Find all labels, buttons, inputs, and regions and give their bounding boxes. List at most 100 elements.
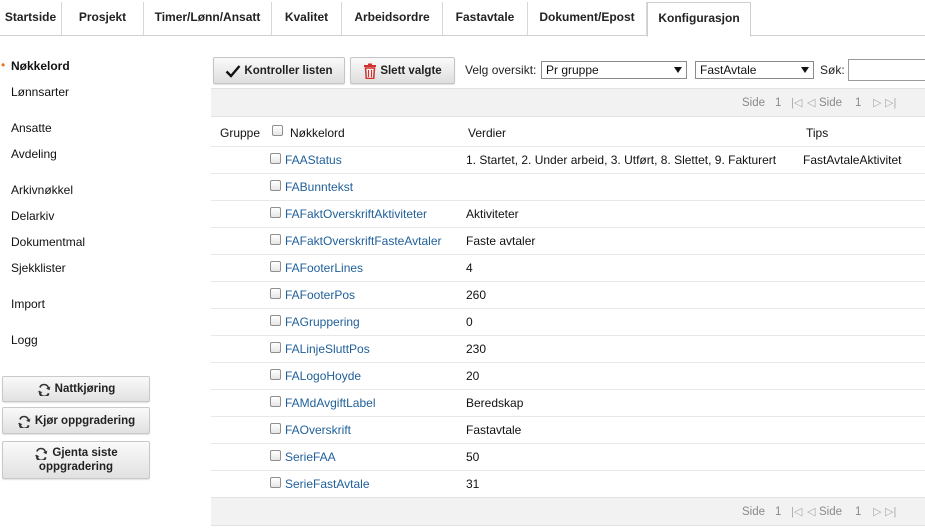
row-value: 20 xyxy=(466,369,480,383)
kontroller-listen-label: Kontroller listen xyxy=(244,64,333,77)
last-page-icon[interactable]: ▷| xyxy=(885,97,896,109)
checkmark-icon xyxy=(226,64,241,78)
row-key-link[interactable]: FAFooterPos xyxy=(285,288,355,302)
sync-icon xyxy=(37,383,51,396)
gjenta-line-1: Gjenta siste xyxy=(34,446,118,460)
row-value: 1. Startet, 2. Under arbeid, 3. Utført, … xyxy=(466,153,777,167)
next-page-icon[interactable]: ▷ xyxy=(873,97,881,109)
kjor-oppgradering-label: Kjør oppgradering xyxy=(34,414,136,427)
kontroller-listen-button[interactable]: Kontroller listen xyxy=(213,57,345,84)
row-key-link[interactable]: FAAStatus xyxy=(285,153,342,167)
table-row: FAAStatus 1. Startet, 2. Under arbeid, 3… xyxy=(211,146,925,173)
row-checkbox[interactable] xyxy=(270,261,281,272)
tab-konfigurasjon[interactable]: Konfigurasjon xyxy=(647,2,751,37)
tab-kvalitet[interactable]: Kvalitet xyxy=(272,2,342,35)
tab-dokument-epost[interactable]: Dokument/Epost xyxy=(528,2,647,35)
table-row: FAMdAvgiftLabel Beredskap xyxy=(211,389,925,416)
row-checkbox[interactable] xyxy=(270,153,281,164)
overview-select[interactable]: Pr gruppe xyxy=(541,61,687,79)
table-row: FAFooterLines 4 xyxy=(211,254,925,281)
table-row: FAGruppering 0 xyxy=(211,308,925,335)
tab-prosjekt[interactable]: Prosjekt xyxy=(62,2,144,35)
row-checkbox[interactable] xyxy=(270,477,281,488)
row-key-link[interactable]: FALogoHoyde xyxy=(285,369,361,383)
row-checkbox[interactable] xyxy=(270,315,281,326)
sidebar-item-nokkelord[interactable]: Nøkkelord xyxy=(11,59,70,73)
row-key-link[interactable]: SerieFastAvtale xyxy=(285,477,370,491)
row-checkbox[interactable] xyxy=(270,234,281,245)
next-page-icon[interactable]: ▷ xyxy=(873,506,881,518)
sidebar-item-avdeling[interactable]: Avdeling xyxy=(11,147,57,161)
row-key-link[interactable]: SerieFAA xyxy=(285,450,336,464)
gjenta-label-wrap: Gjenta siste oppgradering xyxy=(34,446,118,474)
pager-page-label: Side xyxy=(742,506,766,518)
first-page-icon[interactable]: |◁ xyxy=(791,97,802,109)
pager-page-label2: Side xyxy=(819,97,843,109)
pager-page-label: Side xyxy=(742,97,766,109)
row-key-link[interactable]: FALinjeSluttPos xyxy=(285,342,370,356)
type-select-value: FastAvtale xyxy=(700,63,757,77)
row-key-link[interactable]: FAFaktOverskriftAktiviteter xyxy=(285,207,427,221)
overview-select-value: Pr gruppe xyxy=(546,63,599,77)
sidebar-item-dokumentmal[interactable]: Dokumentmal xyxy=(11,235,85,249)
tab-fastavtale[interactable]: Fastavtale xyxy=(443,2,528,35)
gjenta-siste-oppgradering-button[interactable]: Gjenta siste oppgradering xyxy=(2,441,150,479)
sidebar-item-logg[interactable]: Logg xyxy=(11,333,38,347)
row-key-link[interactable]: FAGruppering xyxy=(285,315,360,329)
row-value: 4 xyxy=(466,261,473,275)
sidebar-item-ansatte[interactable]: Ansatte xyxy=(11,121,52,135)
row-key-link[interactable]: FAOverskrift xyxy=(285,423,351,437)
sidebar-item-arkivnokkel[interactable]: Arkivnøkkel xyxy=(11,183,73,197)
pager-page-value: 1 xyxy=(775,506,782,518)
search-input[interactable] xyxy=(848,59,925,81)
type-select[interactable]: FastAvtale xyxy=(695,61,814,79)
last-page-icon[interactable]: ▷| xyxy=(885,506,896,518)
prev-page-icon[interactable]: ◁ xyxy=(807,506,815,518)
select-all-checkbox[interactable] xyxy=(272,125,283,136)
tab-timer-lonn-ansatt[interactable]: Timer/Lønn/Ansatt xyxy=(144,2,272,35)
top-navigation: Startside Prosjekt Timer/Lønn/Ansatt Kva… xyxy=(0,0,925,37)
row-value: 31 xyxy=(466,477,480,491)
row-key-link[interactable]: FAMdAvgiftLabel xyxy=(285,396,376,410)
row-value: Faste avtaler xyxy=(466,234,536,248)
row-checkbox[interactable] xyxy=(270,288,281,299)
table-row: FAFaktOverskriftFasteAvtaler Faste avtal… xyxy=(211,227,925,254)
sidebar-item-lonnsarter[interactable]: Lønnsarter xyxy=(11,85,69,99)
row-key-link[interactable]: FABunntekst xyxy=(285,180,353,194)
table-row: FABunntekst xyxy=(211,173,925,200)
first-page-icon[interactable]: |◁ xyxy=(791,506,802,518)
slett-valgte-button[interactable]: Slett valgte xyxy=(350,57,455,84)
row-key-link[interactable]: FAFooterLines xyxy=(285,261,363,275)
active-indicator: • xyxy=(1,58,6,72)
table-row: FALogoHoyde 20 xyxy=(211,362,925,389)
nattkjoring-button[interactable]: Nattkjøring xyxy=(2,376,150,402)
table-row: FAFooterPos 260 xyxy=(211,281,925,308)
row-checkbox[interactable] xyxy=(270,423,281,434)
chevron-down-icon xyxy=(674,67,682,73)
pager-page-value: 1 xyxy=(775,97,782,109)
sidebar-item-sjekklister[interactable]: Sjekklister xyxy=(11,261,66,275)
row-checkbox[interactable] xyxy=(270,450,281,461)
kjor-oppgradering-button[interactable]: Kjør oppgradering xyxy=(2,407,150,434)
gjenta-label-line1: Gjenta siste xyxy=(52,447,118,459)
row-value: 50 xyxy=(466,450,480,464)
sidebar-item-delarkiv[interactable]: Delarkiv xyxy=(11,209,54,223)
row-checkbox[interactable] xyxy=(270,369,281,380)
row-value: 260 xyxy=(466,288,487,302)
column-header-values: Verdier xyxy=(468,126,507,140)
row-key-link[interactable]: FAFaktOverskriftFasteAvtaler xyxy=(285,234,442,248)
row-value: Aktiviteter xyxy=(466,207,519,221)
sync-icon xyxy=(17,415,31,428)
column-header-group: Gruppe xyxy=(220,126,261,140)
row-value: 0 xyxy=(466,315,473,329)
row-checkbox[interactable] xyxy=(270,180,281,191)
pager-page-label2: Side xyxy=(819,506,843,518)
prev-page-icon[interactable]: ◁ xyxy=(807,97,815,109)
column-header-tips: Tips xyxy=(806,126,829,140)
row-checkbox[interactable] xyxy=(270,396,281,407)
row-checkbox[interactable] xyxy=(270,342,281,353)
tab-arbeidsordre[interactable]: Arbeidsordre xyxy=(342,2,443,35)
sidebar-item-import[interactable]: Import xyxy=(11,297,45,311)
tab-startside[interactable]: Startside xyxy=(0,2,62,35)
row-checkbox[interactable] xyxy=(270,207,281,218)
